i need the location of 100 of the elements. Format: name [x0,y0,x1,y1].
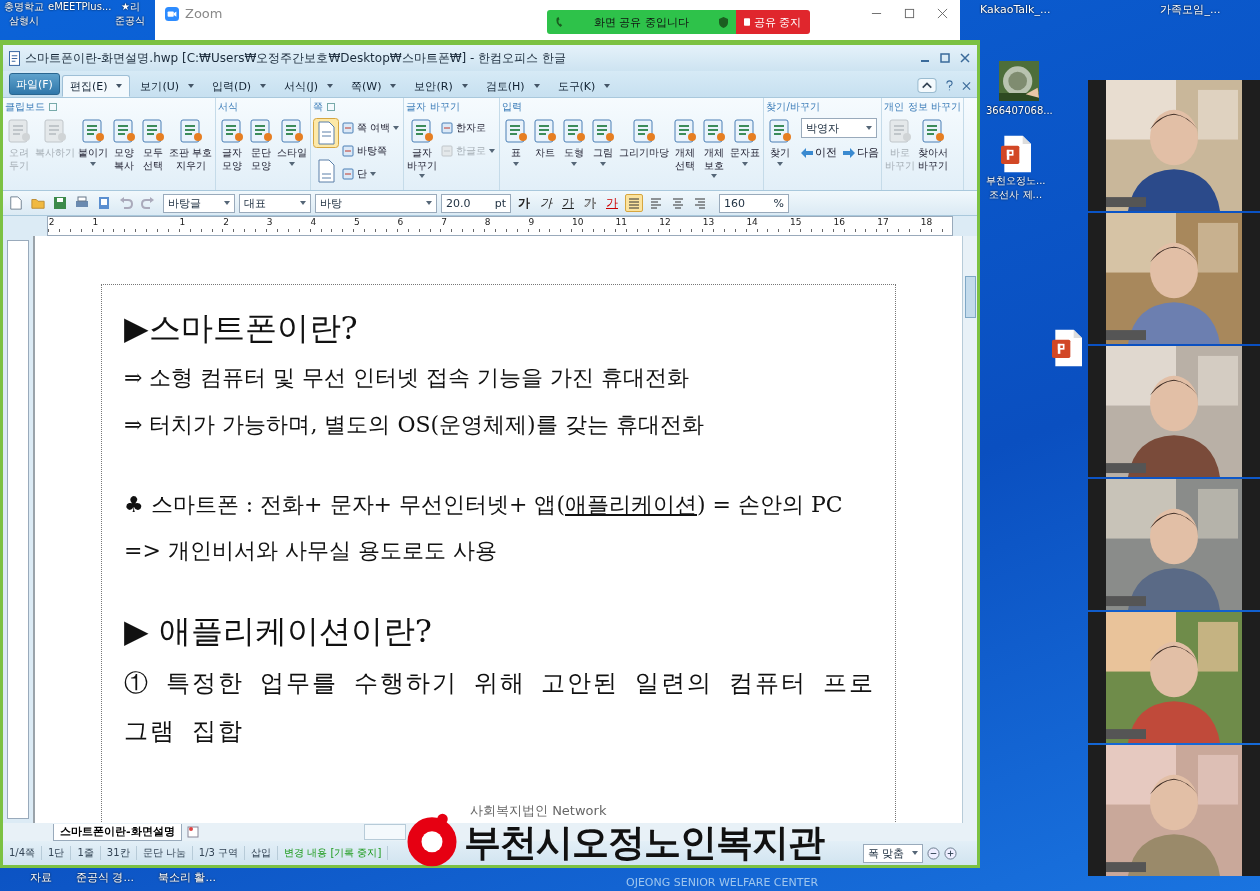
close-icon[interactable] [937,8,948,19]
ribbon-button[interactable]: 모양 복사 [110,118,138,172]
file-menu-button[interactable]: 파일(F) [9,73,60,95]
character-style-button[interactable]: 가 [603,194,621,212]
close-icon[interactable] [962,79,971,92]
next-button[interactable]: 다음 [843,146,880,160]
help-icon[interactable] [945,79,954,92]
ribbon-tab[interactable]: 편집(E) [61,75,131,97]
previous-button[interactable]: 이전 [801,146,838,160]
ribbon-button[interactable]: 모두 선택 [139,118,167,172]
ribbon-button[interactable]: 개체 선택 [671,118,700,172]
ribbon-tab[interactable]: 쪽(W) [343,75,405,97]
tool-icon [6,118,32,144]
collapse-icon[interactable] [917,78,937,93]
scrollbar[interactable] [363,824,406,840]
ribbon-button[interactable]: 표 [502,118,531,166]
ribbon-button[interactable]: 스타일 [276,118,309,166]
restore-icon[interactable] [939,52,951,64]
caret-icon [489,149,496,153]
ribbon-button[interactable]: 쪽 여백 [340,118,402,138]
heading: ▶ 애플리케이션이란? [124,611,433,653]
character-style-button[interactable]: 가 [559,194,577,212]
window-title: Zoom [185,6,223,21]
character-style-button[interactable]: 가 [515,194,533,212]
ribbon-button[interactable]: 글자 바꾸기 [406,118,439,178]
caret-icon [327,84,333,88]
ribbon-button[interactable]: 도형 [560,118,589,166]
desktop-icon-label[interactable]: 가족모임_... [1160,2,1221,18]
alignment-button[interactable] [625,194,643,212]
desktop-icon-label[interactable]: 준공식 경... [76,870,134,886]
ribbon-group-title: 찾기/바꾸기 [766,100,820,114]
ribbon-button[interactable]: 차트 [531,118,560,160]
new-document-icon[interactable] [9,196,23,210]
zoom-out-icon[interactable] [927,846,940,860]
tool-icon [177,118,204,144]
ribbon-group-title: 클립보드 [5,100,45,114]
sharing-status-text: 화면 공유 중입니다 [594,14,689,30]
ribbon-button[interactable]: 그림 [589,118,618,166]
printer-icon[interactable] [75,196,89,210]
style-dropdown[interactable]: 바탕글 [163,193,235,213]
ribbon-button[interactable]: 찾기 [766,118,795,166]
document-tab[interactable]: 스마트폰이란-화면설명 [53,823,182,841]
ribbon-button[interactable]: 단 [340,164,402,184]
caret-icon [426,201,432,205]
page-icon[interactable] [313,118,340,148]
stop-share-button[interactable]: 공유 중지 [736,10,810,34]
desktop-icon-label[interactable]: ★리 준공식 [115,0,146,28]
ribbon-tab[interactable]: 검토(H) [477,75,548,97]
desktop-icon-label[interactable]: 충명학교 삼형시 [4,0,44,28]
line-spacing-field[interactable]: 160 % [719,193,789,213]
paragraph: ♣ 스마트폰 : 전화+ 문자+ 무선인터넷+ 앱(애플리케이션) = 손안의 PC [124,490,844,519]
ribbon-button[interactable]: 바탕쪽 [340,141,402,161]
ribbon-tab[interactable]: 입력(D) [204,75,275,97]
caret-icon [461,84,468,88]
ribbon-tab[interactable]: 서식(J) [276,75,341,97]
desktop-icon-label[interactable]: 366407068... [986,104,1053,118]
undo-icon[interactable] [119,196,133,210]
ribbon-tab[interactable]: 보안(R) [406,75,476,97]
tool-icon [342,145,355,157]
organization-name: 사회복지법인 Network [470,802,607,820]
language-dropdown[interactable]: 대표 [239,193,311,213]
ribbon-button[interactable]: 한자로 [439,118,498,138]
ribbon-tab[interactable]: 도구(K) [549,75,619,97]
folder-icon[interactable] [31,196,45,210]
ribbon-button[interactable]: 문자표 [729,118,762,166]
scrollbar[interactable] [962,236,977,823]
maximize-icon[interactable] [904,8,915,19]
ribbon-button[interactable]: 문단 모양 [247,118,276,172]
font-size-field[interactable]: 20.0 pt [441,193,511,213]
ribbon-tab[interactable]: 보기(U) [132,75,203,97]
zoom-dropdown[interactable]: 폭 맞춤 [863,843,923,863]
tool-icon [561,118,588,144]
ribbon-button[interactable]: 조판 부호 지우기 [168,118,214,172]
desktop-icon-label[interactable]: 부천오정노... 조선사 제... [986,174,1046,202]
status-item: 31칸 [100,846,137,860]
ribbon-button[interactable]: 찾아서 바꾸기 [917,118,950,172]
character-style-button[interactable]: 가 [537,194,555,212]
preview-icon[interactable] [97,196,111,210]
save-icon[interactable] [53,196,67,210]
dialog-launcher-icon[interactable] [327,103,336,111]
tool-icon [140,118,166,144]
caret-icon [742,161,749,166]
ribbon-button[interactable]: 붙이기 [77,118,109,166]
search-field[interactable]: 박영자 [801,118,878,138]
desktop-icon-label[interactable]: 자료 [30,870,52,886]
ribbon-button[interactable]: 그리기마당 [618,118,671,160]
status-item: 1/3 구역 [192,846,246,860]
close-icon[interactable] [959,52,971,64]
desktop-icon-label[interactable]: eMEETPlus... [48,0,112,28]
ribbon-button[interactable]: 글자 모양 [218,118,247,172]
slides-file-icon[interactable] [1000,134,1031,174]
redo-icon[interactable] [141,196,155,210]
ribbon-button[interactable]: 개체 보호 [700,118,729,178]
font-dropdown[interactable]: 바탕 [315,193,437,213]
dialog-launcher-icon[interactable] [49,103,57,111]
desktop-icon-label[interactable]: 북소리 활... [158,870,216,886]
desktop-icon-label[interactable]: KakaoTalk_... [980,2,1051,18]
zoom-in-icon[interactable] [944,846,957,860]
slides-file-icon[interactable] [1052,328,1082,368]
new-tab-icon[interactable] [185,825,200,839]
